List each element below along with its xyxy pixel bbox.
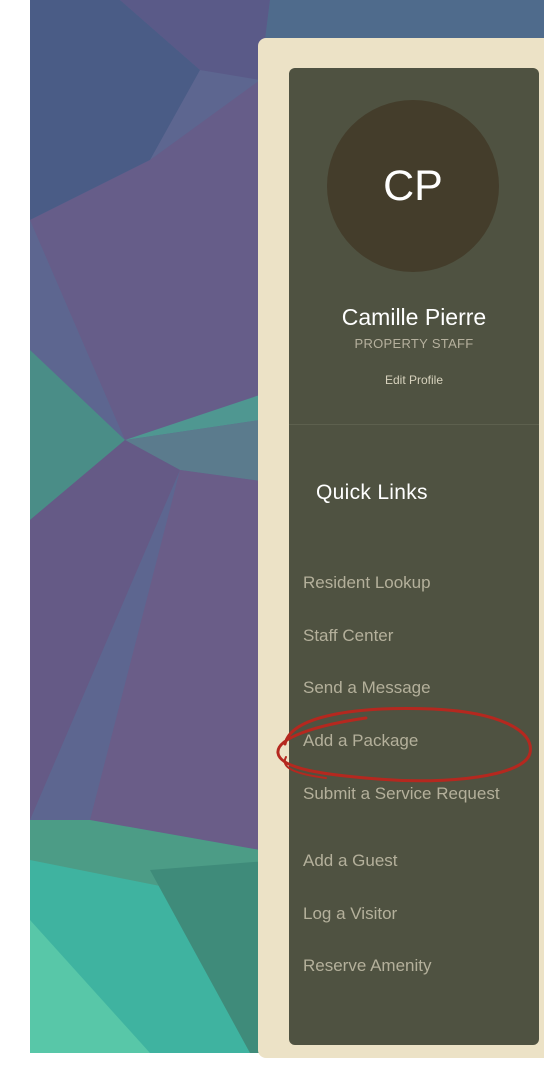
quick-link-add-a-guest[interactable]: Add a Guest xyxy=(303,852,518,869)
edit-profile-link[interactable]: Edit Profile xyxy=(289,373,539,387)
quick-link-send-a-message[interactable]: Send a Message xyxy=(303,679,518,696)
quick-link-submit-service-request[interactable]: Submit a Service Request xyxy=(303,785,518,802)
section-divider xyxy=(289,424,539,425)
quick-link-add-a-package[interactable]: Add a Package xyxy=(303,732,518,749)
quick-link-log-a-visitor[interactable]: Log a Visitor xyxy=(303,905,518,922)
avatar: CP xyxy=(327,100,499,272)
quick-links-title: Quick Links xyxy=(316,481,428,504)
profile-sidebar-panel: CP Camille Pierre PROPERTY STAFF Edit Pr… xyxy=(289,68,539,1045)
profile-role: PROPERTY STAFF xyxy=(354,336,474,351)
quick-link-reserve-amenity[interactable]: Reserve Amenity xyxy=(303,957,518,974)
avatar-initials: CP xyxy=(383,161,443,210)
profile-name: Camille Pierre xyxy=(341,304,487,330)
quick-link-resident-lookup[interactable]: Resident Lookup xyxy=(303,574,518,591)
quick-link-staff-center[interactable]: Staff Center xyxy=(303,627,518,644)
